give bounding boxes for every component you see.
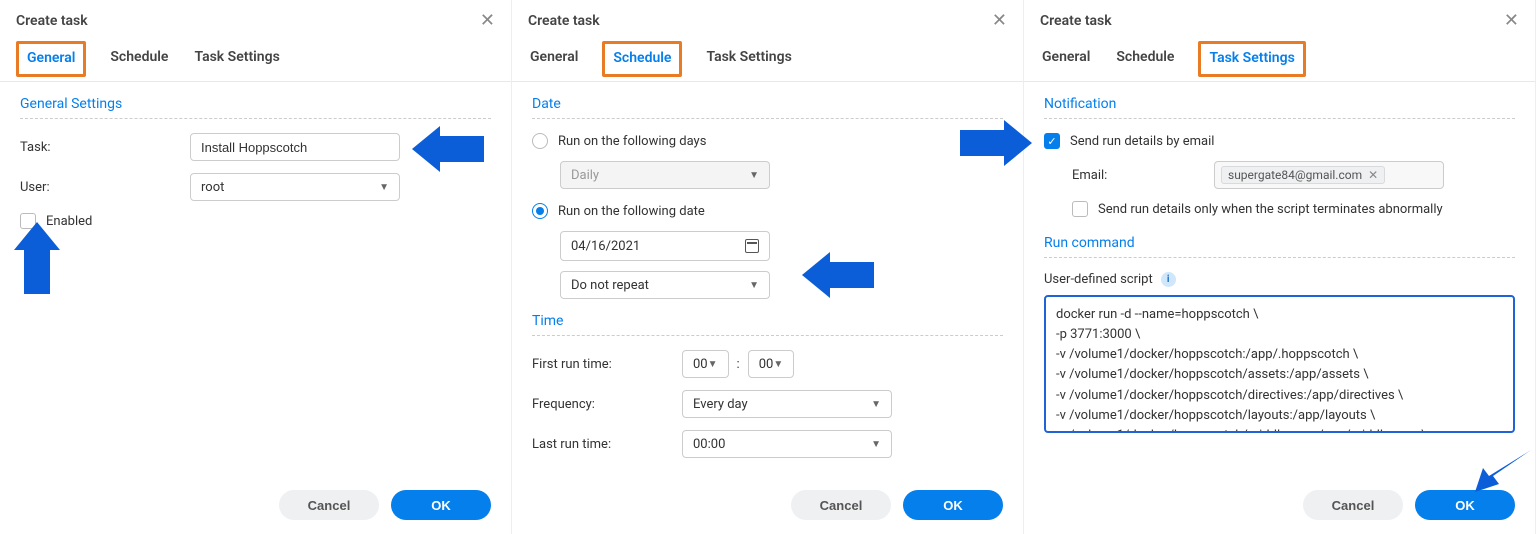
- info-icon[interactable]: i: [1161, 272, 1176, 287]
- abnormal-only-label: Send run details only when the script te…: [1098, 202, 1443, 217]
- cancel-button[interactable]: Cancel: [279, 490, 379, 520]
- dialog-task-settings: Create task ✕ General Schedule Task Sett…: [1024, 0, 1536, 534]
- last-run-select[interactable]: 00:00 ▼: [682, 430, 892, 458]
- ok-button[interactable]: OK: [391, 490, 491, 520]
- date-value: 04/16/2021: [571, 239, 640, 254]
- dialog-general: Create task ✕ General Schedule Task Sett…: [0, 0, 512, 534]
- last-run-value: 00:00: [693, 437, 725, 452]
- dialog-footer: Cancel OK: [1024, 476, 1535, 534]
- run-date-radio[interactable]: [532, 203, 548, 219]
- email-tag-value: supergate84@gmail.com: [1228, 168, 1362, 182]
- dialog-schedule: Create task ✕ General Schedule Task Sett…: [512, 0, 1024, 534]
- time-colon: :: [737, 357, 740, 372]
- first-hour-select[interactable]: 00 ▼: [682, 350, 729, 378]
- chevron-down-icon: ▼: [871, 439, 881, 450]
- send-email-label: Send run details by email: [1070, 134, 1214, 149]
- abnormal-only-checkbox[interactable]: [1072, 201, 1088, 217]
- chevron-down-icon: ▼: [749, 280, 759, 291]
- tab-task-settings[interactable]: Task Settings: [192, 39, 281, 81]
- content-general: General Settings Task: User: root ▼ Enab…: [0, 82, 511, 476]
- frequency-select[interactable]: Every day ▼: [682, 390, 892, 418]
- tab-general[interactable]: General: [528, 39, 580, 81]
- dialog-title: Create task: [1040, 13, 1112, 29]
- tab-general[interactable]: General: [1040, 39, 1092, 81]
- run-days-label: Run on the following days: [558, 134, 706, 149]
- first-hour-value: 00: [693, 357, 708, 372]
- first-min-select[interactable]: 00 ▼: [748, 350, 795, 378]
- ok-button[interactable]: OK: [1415, 490, 1515, 520]
- content-schedule: Date Run on the following days Daily ▼ R…: [512, 82, 1023, 476]
- tab-bar: General Schedule Task Settings: [1024, 39, 1535, 82]
- tab-task-settings[interactable]: Task Settings: [704, 39, 793, 81]
- chevron-down-icon: ▼: [871, 399, 881, 410]
- repeat-value: Do not repeat: [571, 278, 649, 293]
- chevron-down-icon: ▼: [708, 359, 718, 370]
- chevron-down-icon: ▼: [749, 170, 759, 181]
- dialog-footer: Cancel OK: [512, 476, 1023, 534]
- section-notification: Notification: [1044, 96, 1515, 119]
- task-label: Task:: [20, 140, 190, 155]
- dialog-title: Create task: [16, 13, 88, 29]
- calendar-icon: [745, 239, 759, 253]
- chevron-down-icon: ▼: [379, 182, 389, 193]
- tab-task-settings[interactable]: Task Settings: [1198, 41, 1305, 77]
- close-icon[interactable]: ✕: [992, 10, 1007, 31]
- days-select: Daily ▼: [560, 161, 770, 189]
- frequency-value: Every day: [693, 397, 748, 412]
- email-label: Email:: [1044, 168, 1214, 183]
- user-select[interactable]: root ▼: [190, 173, 400, 201]
- script-textarea[interactable]: docker run -d --name=hoppscotch \ -p 377…: [1044, 295, 1515, 433]
- dialog-footer: Cancel OK: [0, 476, 511, 534]
- enabled-label: Enabled: [46, 214, 92, 229]
- date-input[interactable]: 04/16/2021: [560, 231, 770, 261]
- content-task-settings: Notification ✓ Send run details by email…: [1024, 82, 1535, 476]
- frequency-label: Frequency:: [532, 397, 682, 412]
- section-general-settings: General Settings: [20, 96, 491, 119]
- run-days-radio[interactable]: [532, 133, 548, 149]
- dialog-header: Create task ✕: [0, 0, 511, 39]
- close-icon[interactable]: ✕: [480, 10, 495, 31]
- tab-schedule[interactable]: Schedule: [602, 41, 682, 77]
- remove-tag-icon[interactable]: ✕: [1368, 168, 1378, 182]
- first-min-value: 00: [759, 357, 774, 372]
- repeat-select[interactable]: Do not repeat ▼: [560, 271, 770, 299]
- dialog-header: Create task ✕: [512, 0, 1023, 39]
- tab-schedule[interactable]: Schedule: [108, 39, 170, 81]
- dialog-header: Create task ✕: [1024, 0, 1535, 39]
- email-input[interactable]: supergate84@gmail.com ✕: [1214, 161, 1444, 189]
- section-time: Time: [532, 313, 1003, 336]
- ok-button[interactable]: OK: [903, 490, 1003, 520]
- user-select-value: root: [201, 180, 224, 195]
- send-email-checkbox[interactable]: ✓: [1044, 133, 1060, 149]
- tab-schedule[interactable]: Schedule: [1114, 39, 1176, 81]
- run-date-label: Run on the following date: [558, 204, 705, 219]
- task-name-input[interactable]: [190, 133, 400, 161]
- tab-general[interactable]: General: [16, 41, 86, 77]
- user-label: User:: [20, 180, 190, 195]
- section-run-command: Run command: [1044, 235, 1515, 258]
- chevron-down-icon: ▼: [773, 359, 783, 370]
- close-icon[interactable]: ✕: [1504, 10, 1519, 31]
- email-tag: supergate84@gmail.com ✕: [1221, 166, 1385, 184]
- last-run-label: Last run time:: [532, 437, 682, 452]
- days-select-value: Daily: [571, 168, 599, 183]
- cancel-button[interactable]: Cancel: [1303, 490, 1403, 520]
- tab-bar: General Schedule Task Settings: [0, 39, 511, 82]
- section-date: Date: [532, 96, 1003, 119]
- script-label: User-defined script: [1044, 272, 1153, 287]
- tab-bar: General Schedule Task Settings: [512, 39, 1023, 82]
- first-run-label: First run time:: [532, 357, 682, 372]
- cancel-button[interactable]: Cancel: [791, 490, 891, 520]
- enabled-checkbox[interactable]: [20, 213, 36, 229]
- dialog-title: Create task: [528, 13, 600, 29]
